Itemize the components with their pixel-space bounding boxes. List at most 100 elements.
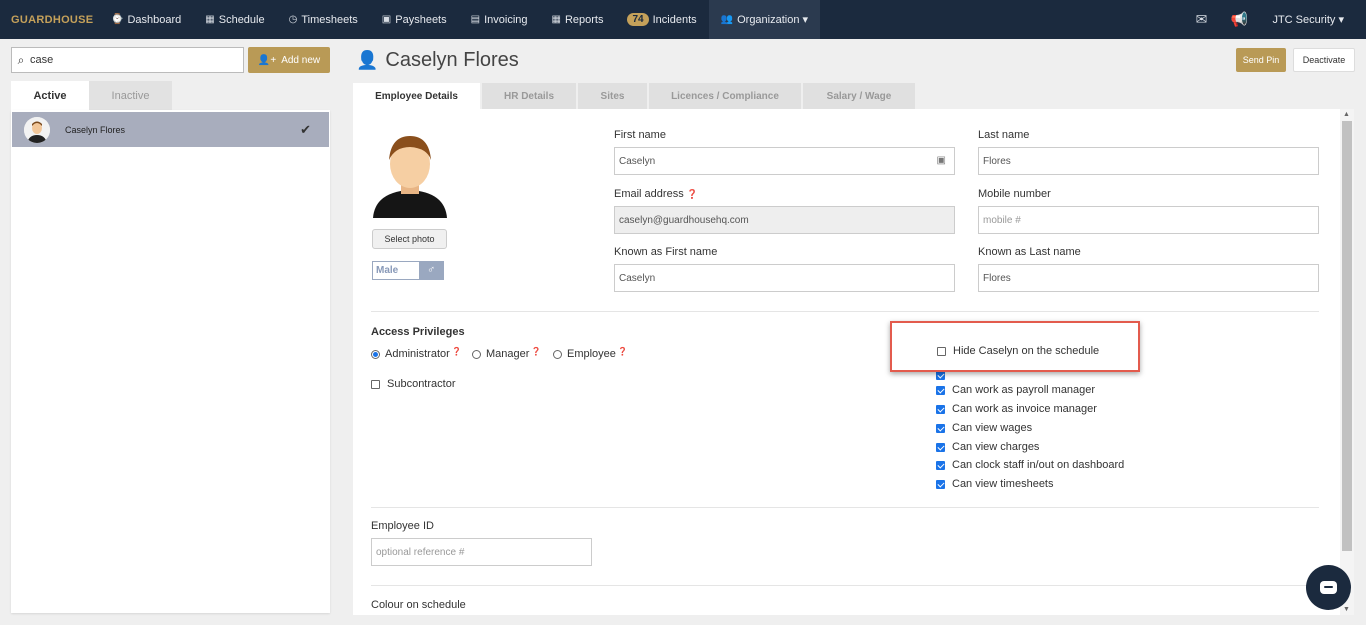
- nav-invoicing[interactable]: ▤ Invoicing: [459, 0, 540, 39]
- tab-sites[interactable]: Sites: [578, 83, 647, 109]
- permission-checkbox[interactable]: [936, 442, 945, 452]
- help-icon[interactable]: ❓: [531, 347, 541, 356]
- hide-on-schedule-label: Hide Caselyn on the schedule: [953, 345, 1100, 357]
- contact-card-icon: ▣: [936, 155, 946, 166]
- employee-status-tabs: Active Inactive: [11, 81, 172, 110]
- gender-label: Male: [376, 265, 399, 276]
- brand-logo[interactable]: GUARDHOUSE: [0, 14, 99, 26]
- subcontractor-option[interactable]: Subcontractor: [371, 378, 455, 390]
- permission-item[interactable]: Can work as invoice manager: [936, 403, 1097, 415]
- role-manager[interactable]: Manager ❓: [472, 347, 541, 360]
- clock-icon: ◷: [288, 14, 298, 25]
- gender-selector[interactable]: Male ♂: [372, 261, 444, 280]
- known-last-label: Known as Last name: [978, 246, 1081, 258]
- scrollbar-thumb[interactable]: [1342, 121, 1352, 551]
- nav-label: Organization ▾: [737, 14, 809, 26]
- hide-on-schedule-checkbox[interactable]: [937, 346, 946, 356]
- company-menu[interactable]: JTC Security ▾: [1258, 13, 1366, 26]
- scrollbar[interactable]: ▲ ▼: [1340, 109, 1354, 615]
- permission-item[interactable]: Can view wages: [936, 422, 1032, 434]
- subcontractor-checkbox[interactable]: [371, 379, 380, 389]
- mobile-label: Mobile number: [978, 188, 1051, 200]
- tab-inactive[interactable]: Inactive: [89, 81, 172, 110]
- role-administrator[interactable]: Administrator ❓: [371, 347, 462, 360]
- tab-salary-wage[interactable]: Salary / Wage: [803, 83, 915, 109]
- table-icon: ▦: [551, 14, 561, 25]
- envelope-icon[interactable]: ✉: [1182, 11, 1220, 28]
- permission-label: Can view timesheets: [952, 478, 1054, 490]
- megaphone-icon[interactable]: 📢: [1220, 11, 1258, 28]
- radio-administrator[interactable]: [371, 349, 380, 359]
- check-icon: ✔: [300, 121, 311, 137]
- nav-schedule[interactable]: ▦ Schedule: [193, 0, 276, 39]
- permission-checkbox[interactable]: [936, 460, 945, 470]
- permission-label: Can clock staff in/out on dashboard: [952, 459, 1125, 471]
- nav-label: Incidents: [652, 13, 697, 26]
- help-icon[interactable]: ❓: [452, 347, 462, 356]
- divider: [371, 507, 1319, 508]
- tab-employee-details[interactable]: Employee Details: [353, 83, 480, 109]
- scroll-up-icon[interactable]: ▲: [1343, 111, 1350, 118]
- nav-timesheets[interactable]: ◷ Timesheets: [277, 0, 370, 39]
- tab-hr-details[interactable]: HR Details: [482, 83, 576, 109]
- permission-checkbox[interactable]: [936, 385, 945, 395]
- calendar-icon: ▦: [205, 14, 215, 25]
- nav-right: ✉ 📢 JTC Security ▾: [1182, 0, 1366, 39]
- users-icon: 👥: [720, 14, 734, 25]
- email-field: caselyn@guardhousehq.com: [614, 206, 955, 234]
- nav-organization[interactable]: 👥 Organization ▾: [708, 0, 821, 39]
- tab-active[interactable]: Active: [11, 81, 89, 110]
- first-name-value: Caselyn: [619, 155, 656, 167]
- last-name-field[interactable]: Flores: [978, 147, 1319, 175]
- permission-checkbox[interactable]: [936, 371, 945, 380]
- permission-label: Can work as invoice manager: [952, 403, 1097, 415]
- send-pin-button[interactable]: Send Pin: [1236, 48, 1286, 72]
- user-icon: 👤: [356, 50, 379, 70]
- permission-item[interactable]: Can view charges: [936, 441, 1039, 453]
- permission-item[interactable]: Can view timesheets: [936, 478, 1054, 490]
- permission-checkbox[interactable]: [936, 479, 945, 489]
- nav-label: Paysheets: [395, 13, 447, 26]
- incidents-count-badge: 74: [627, 13, 649, 26]
- employee-id-label: Employee ID: [371, 520, 434, 532]
- help-icon[interactable]: ❓: [618, 347, 628, 356]
- add-new-button[interactable]: 👤+ Add new: [248, 47, 330, 73]
- known-last-field[interactable]: Flores: [978, 264, 1319, 292]
- deactivate-button[interactable]: Deactivate: [1293, 48, 1355, 72]
- tab-licences-compliance[interactable]: Licences / Compliance: [649, 83, 801, 109]
- permission-checkbox[interactable]: [936, 423, 945, 433]
- radio-manager[interactable]: [472, 349, 481, 359]
- employee-name: Caselyn Flores: [65, 124, 126, 135]
- nav-incidents[interactable]: 74 Incidents: [615, 0, 708, 39]
- nav-reports[interactable]: ▦ Reports: [540, 0, 616, 39]
- colour-on-schedule-label: Colour on schedule: [371, 599, 466, 611]
- permission-item[interactable]: Can clock staff in/out on dashboard: [936, 459, 1124, 471]
- known-first-label: Known as First name: [614, 246, 718, 258]
- access-privileges-title: Access Privileges: [371, 326, 465, 338]
- money-icon: ▣: [381, 14, 392, 25]
- nav-dashboard[interactable]: ⌚ Dashboard: [99, 0, 193, 39]
- permission-item[interactable]: [936, 371, 945, 380]
- chat-icon: [1320, 581, 1337, 594]
- select-photo-button[interactable]: Select photo: [372, 229, 447, 249]
- mobile-field[interactable]: mobile #: [978, 206, 1319, 234]
- permission-checkbox[interactable]: [936, 404, 945, 414]
- employee-id-field[interactable]: optional reference #: [371, 538, 592, 566]
- permission-item[interactable]: Can work as payroll manager: [936, 384, 1095, 396]
- top-nav: GUARDHOUSE ⌚ Dashboard ▦ Schedule ◷ Timeshe…: [0, 0, 1366, 39]
- role-employee[interactable]: Employee ❓: [553, 347, 628, 360]
- add-user-icon: 👤+: [257, 54, 277, 66]
- known-first-field[interactable]: Caselyn: [614, 264, 955, 292]
- scroll-down-icon[interactable]: ▼: [1343, 606, 1350, 613]
- nav-paysheets[interactable]: ▣ Paysheets: [370, 0, 459, 39]
- email-label-text: Email address: [614, 188, 684, 200]
- search-input[interactable]: [30, 54, 230, 66]
- subcontractor-label: Subcontractor: [387, 378, 456, 390]
- list-item[interactable]: Caselyn Flores ✔: [12, 112, 329, 147]
- hide-on-schedule-option[interactable]: Hide Caselyn on the schedule: [937, 345, 1099, 357]
- employee-tabs: Employee Details HR Details Sites Licenc…: [353, 83, 917, 109]
- first-name-field[interactable]: Caselyn ▣: [614, 147, 955, 175]
- help-icon[interactable]: ❓: [687, 189, 698, 199]
- radio-employee[interactable]: [553, 349, 562, 359]
- chat-widget-button[interactable]: [1306, 565, 1351, 610]
